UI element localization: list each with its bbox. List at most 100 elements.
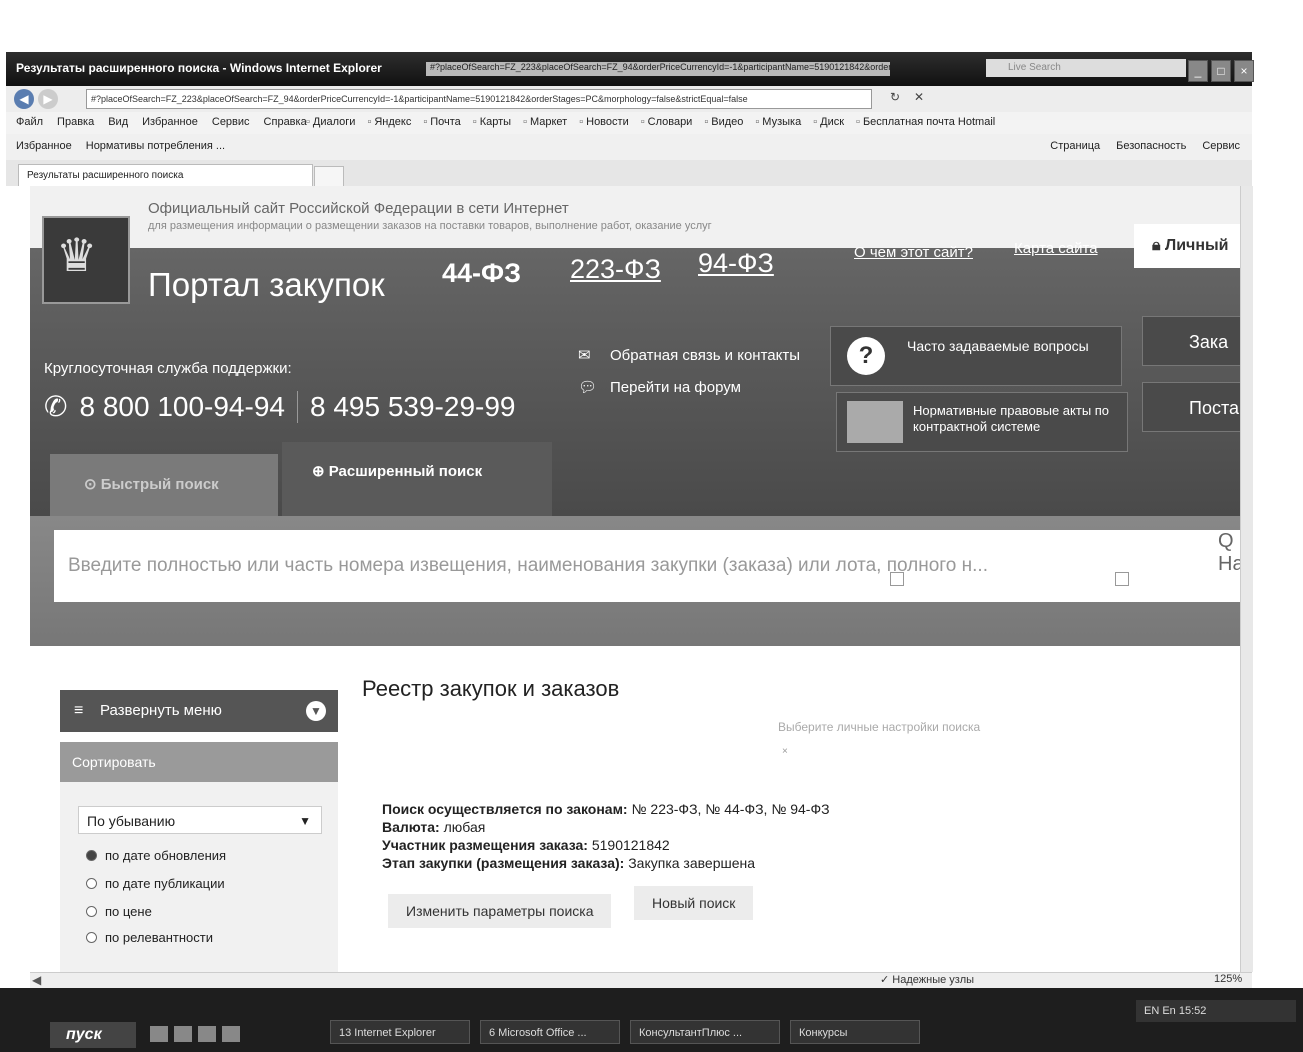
- faq-button[interactable]: ? Часто задаваемые вопросы: [830, 326, 1122, 386]
- scroll-left-icon[interactable]: ◀: [32, 973, 41, 987]
- orders-button[interactable]: Зака: [1142, 316, 1252, 366]
- menu-edit[interactable]: Правка: [57, 116, 94, 128]
- sort-option[interactable]: по релевантности: [86, 930, 213, 945]
- app-icon[interactable]: [222, 1026, 240, 1042]
- law-94fz[interactable]: 94-ФЗ: [698, 248, 774, 279]
- portal-title[interactable]: Портал закупок: [148, 266, 385, 304]
- link-yandex[interactable]: Яндекс: [367, 116, 411, 128]
- link-dictionaries[interactable]: Словари: [641, 116, 693, 128]
- link-video[interactable]: Видео: [704, 116, 743, 128]
- address-field[interactable]: #?placeOfSearch=FZ_223&placeOfSearch=FZ_…: [86, 89, 872, 109]
- link-hotmail[interactable]: Бесплатная почта Hotmail: [856, 116, 995, 128]
- taskbar-item[interactable]: Конкурсы: [790, 1020, 920, 1044]
- browser-tab[interactable]: Результаты расширенного поиска: [18, 164, 313, 186]
- favorite-item[interactable]: Нормативы потребления ...: [86, 140, 225, 152]
- vertical-scrollbar[interactable]: [1240, 186, 1253, 972]
- link-disk[interactable]: Диск: [813, 116, 844, 128]
- feedback-link[interactable]: ✉ Обратная связь и контакты: [578, 346, 800, 364]
- link-maps[interactable]: Карты: [473, 116, 511, 128]
- param-label: Участник размещения заказа:: [382, 837, 588, 853]
- suppliers-button[interactable]: Поста: [1142, 382, 1252, 432]
- media-icon[interactable]: [198, 1026, 216, 1042]
- personal-cabinet-button[interactable]: 🔒︎ Личный: [1134, 224, 1252, 268]
- cabinet-label: Личный: [1164, 237, 1229, 254]
- favorites-button[interactable]: Избранное: [16, 140, 72, 152]
- personal-settings-field[interactable]: Выберите личные настройки поиска ×: [778, 720, 1248, 760]
- clock-icon: ⊙: [84, 476, 101, 493]
- sort-option[interactable]: по дате обновления: [86, 848, 226, 863]
- sort-panel: Сортировать По убыванию ▼ по дате обновл…: [60, 742, 338, 972]
- live-search-input[interactable]: Live Search: [986, 59, 1186, 77]
- sort-heading: Сортировать: [60, 742, 338, 782]
- link-news[interactable]: Новости: [579, 116, 629, 128]
- new-search-button[interactable]: Новый поиск: [634, 886, 754, 920]
- taskbar-item[interactable]: 6 Microsoft Office ...: [480, 1020, 620, 1044]
- screenshot: Результаты расширенного поиска - Windows…: [0, 0, 1303, 1052]
- refresh-icon[interactable]: ↻: [886, 90, 904, 106]
- sort-option-label: по релевантности: [105, 930, 213, 945]
- param-label: Этап закупки (размещения заказа):: [382, 855, 625, 871]
- clock: 15:52: [1178, 1005, 1207, 1017]
- option-strict[interactable]: Строгое с: [1114, 572, 1203, 589]
- ie-icon[interactable]: [174, 1026, 192, 1042]
- sort-option[interactable]: по дате публикации: [86, 876, 225, 891]
- param-row: Участник размещения заказа: 5190121842: [382, 836, 830, 854]
- option-morphology[interactable]: С учетом всех форм слов: [890, 572, 1089, 589]
- tray-language-2[interactable]: En: [1162, 1005, 1175, 1017]
- desktop-icon[interactable]: [150, 1026, 168, 1042]
- link-market[interactable]: Маркет: [523, 116, 567, 128]
- new-tab-button[interactable]: [314, 166, 344, 187]
- link-music[interactable]: Музыка: [755, 116, 801, 128]
- law-223fz[interactable]: 223-ФЗ: [570, 254, 661, 285]
- forward-icon[interactable]: ▶: [38, 89, 58, 109]
- sitemap-link[interactable]: Карта сайта: [1014, 240, 1098, 257]
- menu-favorites[interactable]: Избранное: [142, 116, 198, 128]
- npa-button[interactable]: Нормативные правовые акты по контрактной…: [836, 392, 1128, 452]
- tools-menu[interactable]: Сервис: [1202, 140, 1240, 152]
- about-link[interactable]: О чем этот сайт?: [854, 244, 973, 261]
- radio-icon: [86, 878, 97, 889]
- menu-view[interactable]: Вид: [108, 116, 128, 128]
- expand-menu-button[interactable]: ≡ Развернуть меню ▼: [60, 690, 338, 732]
- taskbar-item[interactable]: 13 Internet Explorer: [330, 1020, 470, 1044]
- menu-tools[interactable]: Сервис: [212, 116, 250, 128]
- minimize-button[interactable]: _: [1188, 60, 1208, 82]
- link-dialogs[interactable]: Диалоги: [306, 116, 356, 128]
- tab-advanced-search[interactable]: ⊕ Расширенный поиск: [282, 442, 552, 516]
- radio-icon: [86, 850, 97, 861]
- expand-menu-label: Развернуть меню: [100, 702, 222, 719]
- security-menu[interactable]: Безопасность: [1116, 140, 1186, 152]
- param-label: Валюта:: [382, 819, 440, 835]
- param-value: любая: [443, 819, 486, 835]
- change-params-button[interactable]: Изменить параметры поиска: [388, 894, 612, 928]
- paper-margin: [0, 0, 1303, 60]
- search-parameters: Поиск осуществляется по законам: № 223-Ф…: [382, 800, 830, 872]
- search-band: Q На С учетом всех форм слов Строгое с: [30, 516, 1252, 646]
- sort-order-select[interactable]: По убыванию ▼: [78, 806, 322, 834]
- personal-settings-placeholder: Выберите личные настройки поиска: [778, 720, 981, 734]
- tab-quick-search[interactable]: ⊙ Быстрый поиск: [50, 454, 278, 516]
- param-value: Закупка завершена: [628, 855, 756, 871]
- stop-icon[interactable]: ✕: [910, 90, 928, 106]
- maximize-button[interactable]: □: [1211, 60, 1231, 82]
- clear-icon[interactable]: ×: [782, 746, 788, 757]
- hamburger-icon: ≡: [74, 702, 84, 719]
- phone-2: 8 495 539-29-99: [309, 390, 516, 422]
- menu-help[interactable]: Справка: [264, 116, 307, 128]
- side-label-2: Поста: [1189, 398, 1240, 418]
- favorites-bar: Избранное Нормативы потребления ... Стра…: [6, 134, 1252, 161]
- sort-option[interactable]: по цене: [86, 904, 152, 919]
- site-subtagline: для размещения информации о размещении з…: [148, 220, 712, 232]
- start-button[interactable]: пуск: [50, 1022, 136, 1048]
- taskbar-item[interactable]: КонсультантПлюс ...: [630, 1020, 780, 1044]
- back-icon[interactable]: ◀: [14, 89, 34, 109]
- forum-link[interactable]: 💬︎ Перейти на форум: [578, 378, 741, 396]
- zoom-level[interactable]: 125%: [1214, 973, 1242, 985]
- menu-file[interactable]: Файл: [16, 116, 43, 128]
- tray-language[interactable]: EN: [1144, 1005, 1159, 1017]
- close-button[interactable]: ×: [1234, 60, 1254, 82]
- law-44fz[interactable]: 44-ФЗ: [442, 258, 521, 289]
- emblem-logo: ♛: [42, 216, 130, 304]
- page-menu[interactable]: Страница: [1050, 140, 1100, 152]
- link-mail[interactable]: Почта: [423, 116, 461, 128]
